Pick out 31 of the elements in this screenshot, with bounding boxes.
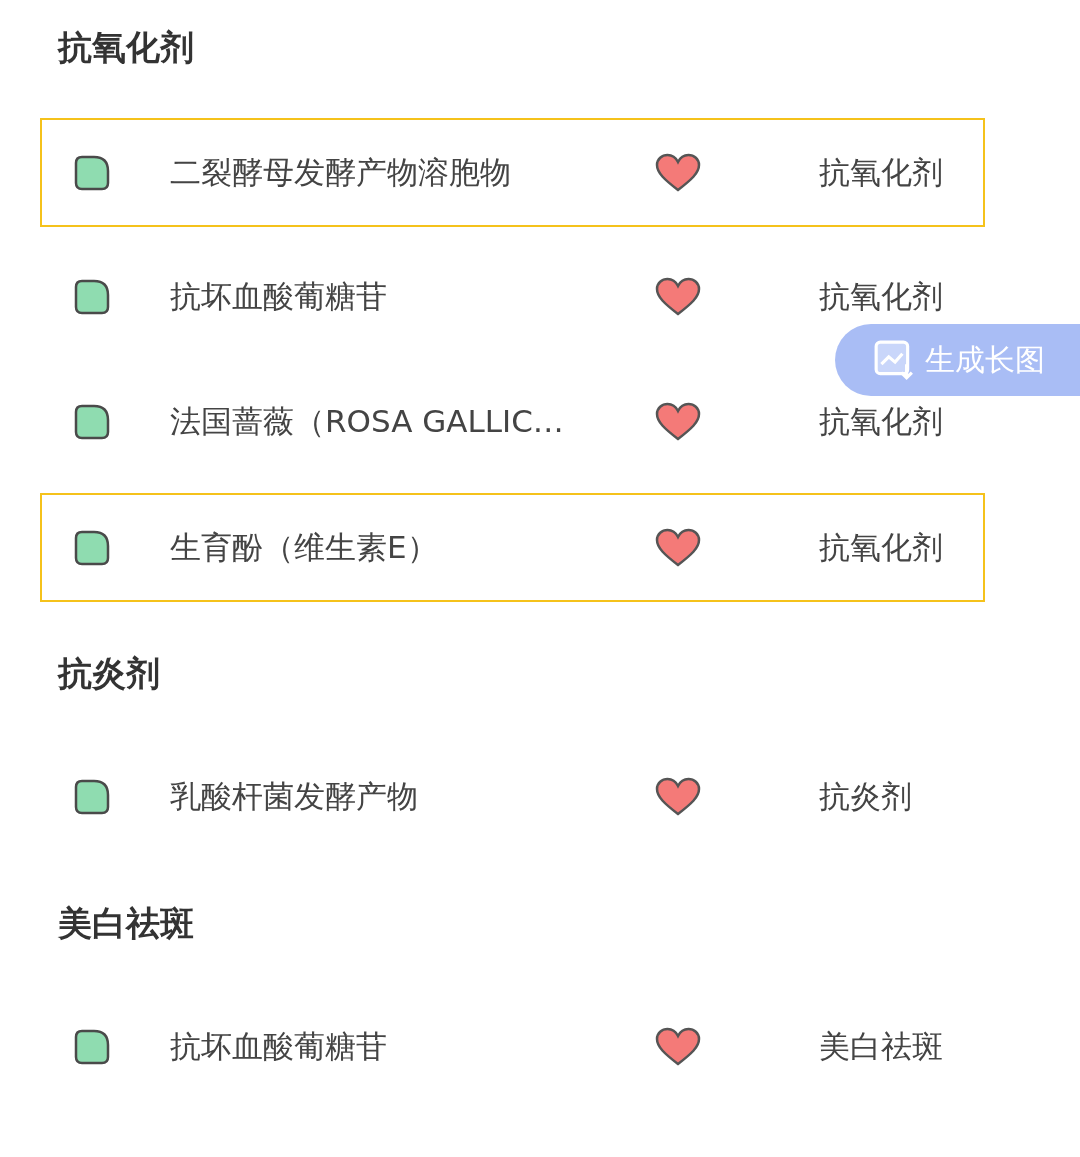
heart-icon (655, 152, 701, 193)
category-label: 抗氧化剂 (819, 277, 944, 316)
ingredient-name: 法国蔷薇（ROSA GALLIC… (170, 402, 565, 441)
leaf-icon (72, 1027, 112, 1067)
ingredient-row[interactable]: 法国蔷薇（ROSA GALLIC… 抗氧化剂 (40, 397, 985, 447)
section-heading: 抗氧化剂 (56, 26, 195, 69)
heart-icon (655, 527, 701, 568)
section-heading: 抗炎剂 (56, 652, 161, 695)
ingredient-row[interactable]: 乳酸杆菌发酵产物 抗炎剂 (40, 772, 985, 822)
ingredient-name: 生育酚（维生素E） (170, 527, 439, 567)
category-label: 抗炎剂 (819, 777, 913, 816)
category-label: 美白祛斑 (819, 1027, 944, 1066)
ingredient-name: 乳酸杆菌发酵产物 (170, 777, 419, 816)
heart-icon (655, 402, 701, 442)
leaf-icon (72, 777, 112, 817)
heart-icon (655, 277, 701, 317)
ingredient-row[interactable]: 二裂酵母发酵产物溶胞物 抗氧化剂 (40, 118, 985, 227)
ingredient-row[interactable]: 抗坏血酸葡糖苷 美白祛斑 (40, 1022, 985, 1072)
heart-icon (655, 777, 701, 817)
category-label: 抗氧化剂 (819, 402, 944, 441)
section-heading: 美白祛斑 (57, 902, 195, 945)
ingredient-name: 抗坏血酸葡糖苷 (170, 1027, 388, 1066)
ingredient-row[interactable]: 生育酚（维生素E） 抗氧化剂 (40, 493, 985, 602)
ingredient-name: 二裂酵母发酵产物溶胞物 (170, 152, 512, 192)
leaf-icon (72, 402, 112, 442)
category-label: 抗氧化剂 (819, 527, 944, 567)
leaf-icon (72, 277, 112, 317)
category-label: 抗氧化剂 (819, 152, 944, 192)
heart-icon (655, 1027, 701, 1067)
ingredient-name: 抗坏血酸葡糖苷 (170, 277, 388, 316)
ingredient-row[interactable]: 抗坏血酸葡糖苷 抗氧化剂 (40, 272, 985, 322)
